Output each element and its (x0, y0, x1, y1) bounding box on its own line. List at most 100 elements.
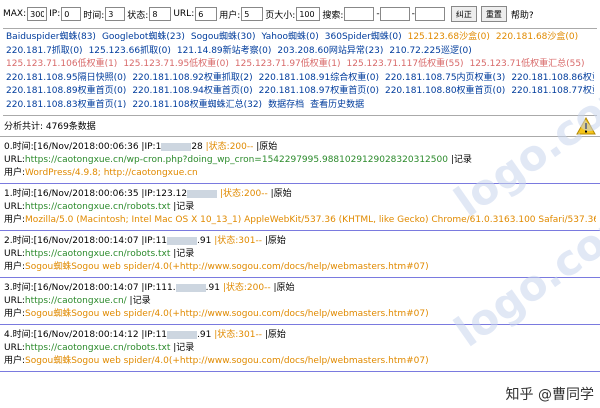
spider-filter-link[interactable]: Googlebot蜘蛛(23) (102, 32, 185, 42)
link-row: 220.181.108.95隔日快照(0) 220.181.108.92权重抓取(… (6, 72, 594, 86)
record-time-ip: 4.时间:[16/Nov/2018:00:14:12 |IP:11 (4, 330, 168, 340)
link-row: Baiduspider蜘蛛(83) Googlebot蜘蛛(23) Sogou蜘蛛(… (6, 31, 594, 45)
correct-button[interactable]: 纠正 (450, 6, 477, 22)
user-input[interactable] (241, 7, 264, 21)
record-time-ip: 2.时间:[16/Nov/2018:00:14:07 |IP:11 (4, 236, 168, 246)
spider-filter-link[interactable]: 220.181.108.94权重首页(0) (132, 86, 252, 96)
spider-filter-link[interactable]: 220.181.7抓取(0) (6, 46, 83, 56)
log-record: 2.时间:[16/Nov/2018:00:14:07 |IP:11 .91 |状态… (0, 231, 600, 278)
record-url-line: URL:https://caotongxue.cn/wp-cron.php?do… (4, 154, 596, 167)
spider-filter-link[interactable]: 125.123.71.106低权重(1) (6, 59, 117, 69)
max-input[interactable] (27, 7, 48, 21)
record-time-ip: 0.时间:[16/Nov/2018:00:06:36 |IP:1 (4, 142, 162, 152)
spider-filter-link[interactable]: 125.123.71.97低权重(1) (235, 59, 341, 69)
link-row: 220.181.108.83权重首页(1) 220.181.108权重蜘蛛汇总(3… (6, 99, 594, 113)
record-ip-tail: 28 (191, 142, 203, 152)
spider-filter-link[interactable]: 121.14.89新站考察(0) (177, 46, 272, 56)
link-row: 220.181.7抓取(0) 125.123.66抓取(0) 121.14.89新站… (6, 45, 594, 59)
raw-link[interactable]: |原始 (256, 142, 277, 152)
spider-filter-link[interactable]: 220.181.108.77权重首页(0) (511, 86, 594, 96)
record-log-link[interactable]: |记录 (170, 343, 194, 353)
spider-filter-link[interactable]: 125.123.66抓取(0) (89, 46, 171, 56)
ua-label: 用户: (4, 356, 26, 366)
log-record: 0.时间:[16/Nov/2018:00:06:36 |IP:1 28 |状态:2… (0, 137, 600, 184)
spider-filter-link[interactable]: 220.181.108.86权重首页(0) (511, 73, 594, 83)
record-url[interactable]: https://caotongxue.cn/robots.txt (25, 343, 171, 353)
record-header: 4.时间:[16/Nov/2018:00:14:12 |IP:11 .91 |状态… (4, 329, 596, 342)
record-url[interactable]: https://caotongxue.cn/wp-cron.php?doing_… (25, 155, 448, 165)
user-label: 用户: (219, 10, 241, 21)
ua-label: 用户: (4, 168, 26, 178)
spider-filter-link[interactable]: 203.208.60网站异常(23) (277, 46, 383, 56)
record-ua-line: 用户:WordPress/4.9.8; http://caotongxue.cn (4, 167, 596, 180)
raw-link[interactable]: |原始 (265, 330, 286, 340)
spider-filter-link[interactable]: 220.181.108权重蜘蛛汇总(32) (132, 100, 262, 110)
spider-filter-link[interactable]: 220.181.108.92权重抓取(2) (132, 73, 252, 83)
spider-link-panel: Baiduspider蜘蛛(83) Googlebot蜘蛛(23) Sogou蜘蛛(… (3, 28, 597, 116)
record-url[interactable]: https://caotongxue.cn/ (25, 296, 127, 306)
spider-filter-link[interactable]: 查看历史数据 (310, 100, 364, 110)
record-status: |状态:200-- (205, 142, 254, 152)
record-header: 2.时间:[16/Nov/2018:00:14:07 |IP:11 .91 |状态… (4, 235, 596, 248)
url-input[interactable] (195, 7, 218, 21)
record-log-link[interactable]: |记录 (170, 202, 194, 212)
search-input-2[interactable] (379, 7, 410, 21)
record-ua-line: 用户:Sogou蜘蛛Sogou web spider/4.0(+http://w… (4, 308, 596, 321)
raw-link[interactable]: |原始 (271, 189, 292, 199)
redacted-ip (187, 189, 218, 198)
pagesize-label: 页大小: (265, 10, 296, 21)
pagesize-input[interactable] (296, 7, 321, 21)
record-header: 1.时间:[16/Nov/2018:00:06:35 |IP:123.12 |状… (4, 188, 596, 201)
record-status: |状态:200-- (222, 283, 271, 293)
spider-filter-link[interactable]: Baiduspider蜘蛛(83) (6, 32, 96, 42)
link-row: 125.123.71.106低权重(1) 125.123.71.95低权重(0) 1… (6, 58, 594, 72)
record-url[interactable]: https://caotongxue.cn/robots.txt (25, 202, 171, 212)
spider-filter-link[interactable]: 220.181.108.97权重首页(0) (259, 86, 379, 96)
help-link[interactable]: 帮助? (511, 8, 534, 21)
redacted-ip (167, 236, 198, 245)
spider-filter-link[interactable]: 220.181.108.75内页权重(3) (385, 73, 505, 83)
spider-filter-link[interactable]: 数据存档 (268, 100, 304, 110)
record-log-link[interactable]: |记录 (448, 155, 472, 165)
url-label: URL: (4, 155, 25, 165)
spider-filter-link[interactable]: 220.181.108.80权重首页(0) (385, 86, 505, 96)
spider-filter-link[interactable]: 360Spider蜘蛛(0) (325, 32, 402, 42)
ua-label: 用户: (4, 215, 26, 225)
redacted-ip (161, 142, 192, 151)
raw-link[interactable]: |原始 (265, 236, 286, 246)
search-input-3[interactable] (414, 7, 445, 21)
spider-filter-link[interactable]: 220.181.108.91综合权重(0) (259, 73, 379, 83)
link-row: 220.181.108.89权重首页(0) 220.181.108.94权重首页(… (6, 85, 594, 99)
status-input[interactable] (149, 7, 172, 21)
record-header: 0.时间:[16/Nov/2018:00:06:36 |IP:1 28 |状态:2… (4, 141, 596, 154)
url-label: URL: (4, 202, 25, 212)
time-input[interactable] (105, 7, 126, 21)
credit-label: 知乎 @曹同学 (506, 384, 594, 404)
spider-filter-link[interactable]: 220.181.108.89权重首页(0) (6, 86, 126, 96)
spider-filter-link[interactable]: Yahoo蜘蛛(0) (262, 32, 319, 42)
ip-input[interactable] (61, 7, 82, 21)
spider-filter-link[interactable]: 125.123.71.95低权重(0) (123, 59, 229, 69)
record-ip-tail: .91 (197, 330, 212, 340)
spider-filter-link[interactable]: Sogou蜘蛛(30) (191, 32, 256, 42)
spider-filter-link[interactable]: 125.123.71.117低权重(55) (347, 59, 464, 69)
spider-filter-link[interactable]: 220.181.108.95隔日快照(0) (6, 73, 126, 83)
spider-filter-link[interactable]: 220.181.108.83权重首页(1) (6, 100, 126, 110)
reset-button[interactable]: 重置 (480, 6, 507, 22)
record-url-line: URL:https://caotongxue.cn/robots.txt |记录 (4, 342, 596, 355)
status-label: 状态: (127, 10, 149, 21)
spider-filter-link[interactable]: 220.181.68沙盒(0) (496, 32, 578, 42)
record-log-link[interactable]: |记录 (127, 296, 151, 306)
record-url[interactable]: https://caotongxue.cn/robots.txt (25, 249, 171, 259)
url-label: URL: (173, 9, 195, 19)
search-input-1[interactable] (344, 7, 375, 21)
url-label: URL: (4, 296, 25, 306)
ip-label: IP: (49, 9, 61, 19)
record-log-link[interactable]: |记录 (170, 249, 194, 259)
spider-filter-link[interactable]: 210.72.225巡逻(0) (389, 46, 471, 56)
record-url-line: URL:https://caotongxue.cn/robots.txt |记录 (4, 248, 596, 261)
spider-filter-link[interactable]: 125.123.71低权重汇总(55) (470, 59, 585, 69)
raw-link[interactable]: |原始 (273, 283, 294, 293)
spider-filter-link[interactable]: 125.123.68沙盒(0) (408, 32, 490, 42)
redacted-ip (167, 330, 198, 339)
